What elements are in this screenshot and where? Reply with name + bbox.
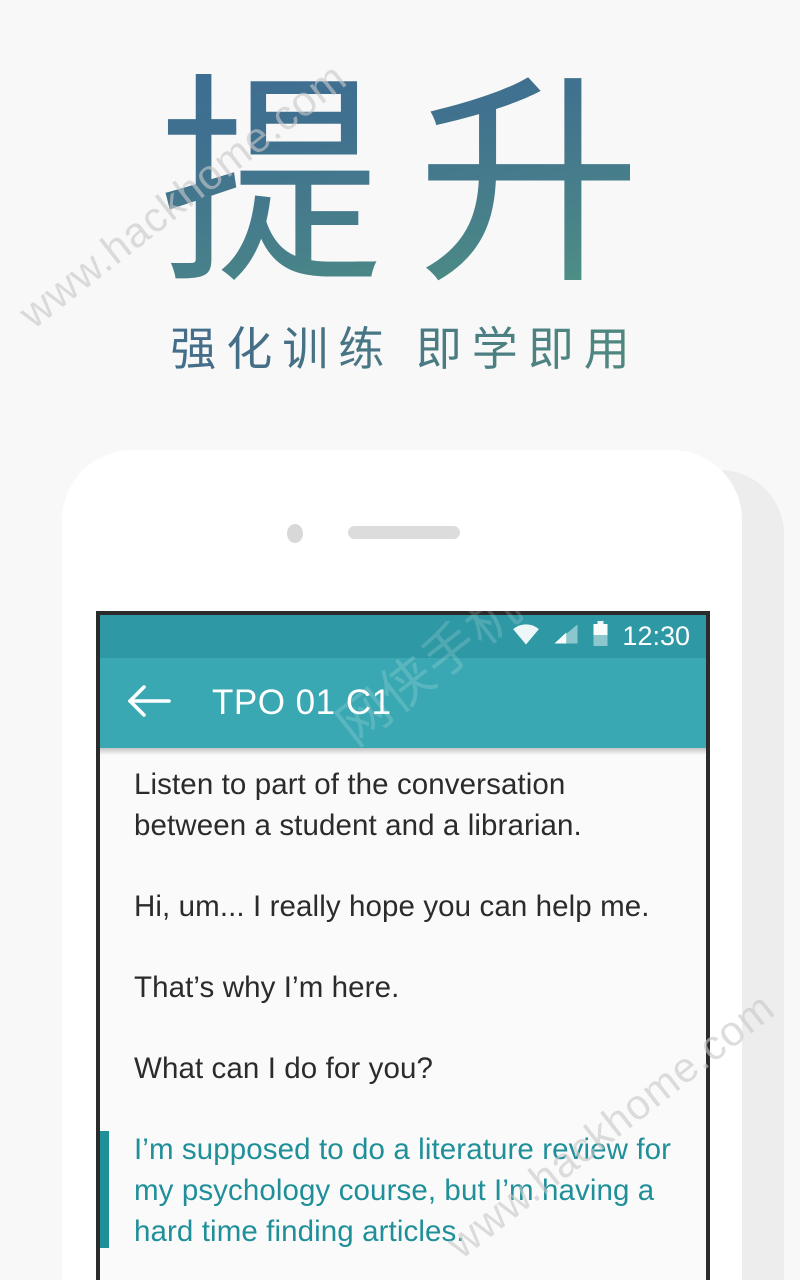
- transcript-list[interactable]: Listen to part of the conversation betwe…: [100, 748, 706, 1252]
- promo-screenshot: 提升 强化训练 即学即用 12:30 TPO 01 C1 Listen to p…: [0, 0, 800, 1280]
- earpiece-speaker-icon: [348, 526, 460, 539]
- front-camera-icon: [287, 524, 303, 543]
- transcript-paragraph[interactable]: That’s why I’m here.: [134, 967, 684, 1008]
- app-bar: TPO 01 C1: [100, 658, 706, 748]
- promo-headline: 提升: [0, 62, 800, 312]
- promo-hero: 提升 强化训练 即学即用: [0, 0, 800, 440]
- status-bar: 12:30: [100, 615, 706, 658]
- promo-subtitle: 强化训练 即学即用: [0, 322, 800, 378]
- phone-screen: 12:30 TPO 01 C1 Listen to part of the co…: [100, 615, 706, 1280]
- transcript-paragraph[interactable]: Hi, um... I really hope you can help me.: [134, 886, 684, 927]
- cellular-signal-icon: [553, 623, 579, 650]
- status-bar-icons: [512, 621, 609, 652]
- transcript-paragraph-active[interactable]: I’m supposed to do a literature review f…: [100, 1129, 684, 1252]
- transcript-paragraph[interactable]: What can I do for you?: [134, 1048, 684, 1089]
- transcript-paragraph-text: I’m supposed to do a literature review f…: [134, 1133, 672, 1248]
- status-bar-clock: 12:30: [622, 621, 690, 651]
- page-title: TPO 01 C1: [212, 683, 392, 722]
- transcript-paragraph[interactable]: Listen to part of the conversation betwe…: [134, 764, 684, 846]
- back-button[interactable]: [126, 680, 172, 726]
- active-paragraph-marker: [100, 1131, 109, 1248]
- wifi-icon: [512, 623, 540, 650]
- battery-icon: [592, 621, 609, 652]
- arrow-left-icon: [127, 684, 171, 723]
